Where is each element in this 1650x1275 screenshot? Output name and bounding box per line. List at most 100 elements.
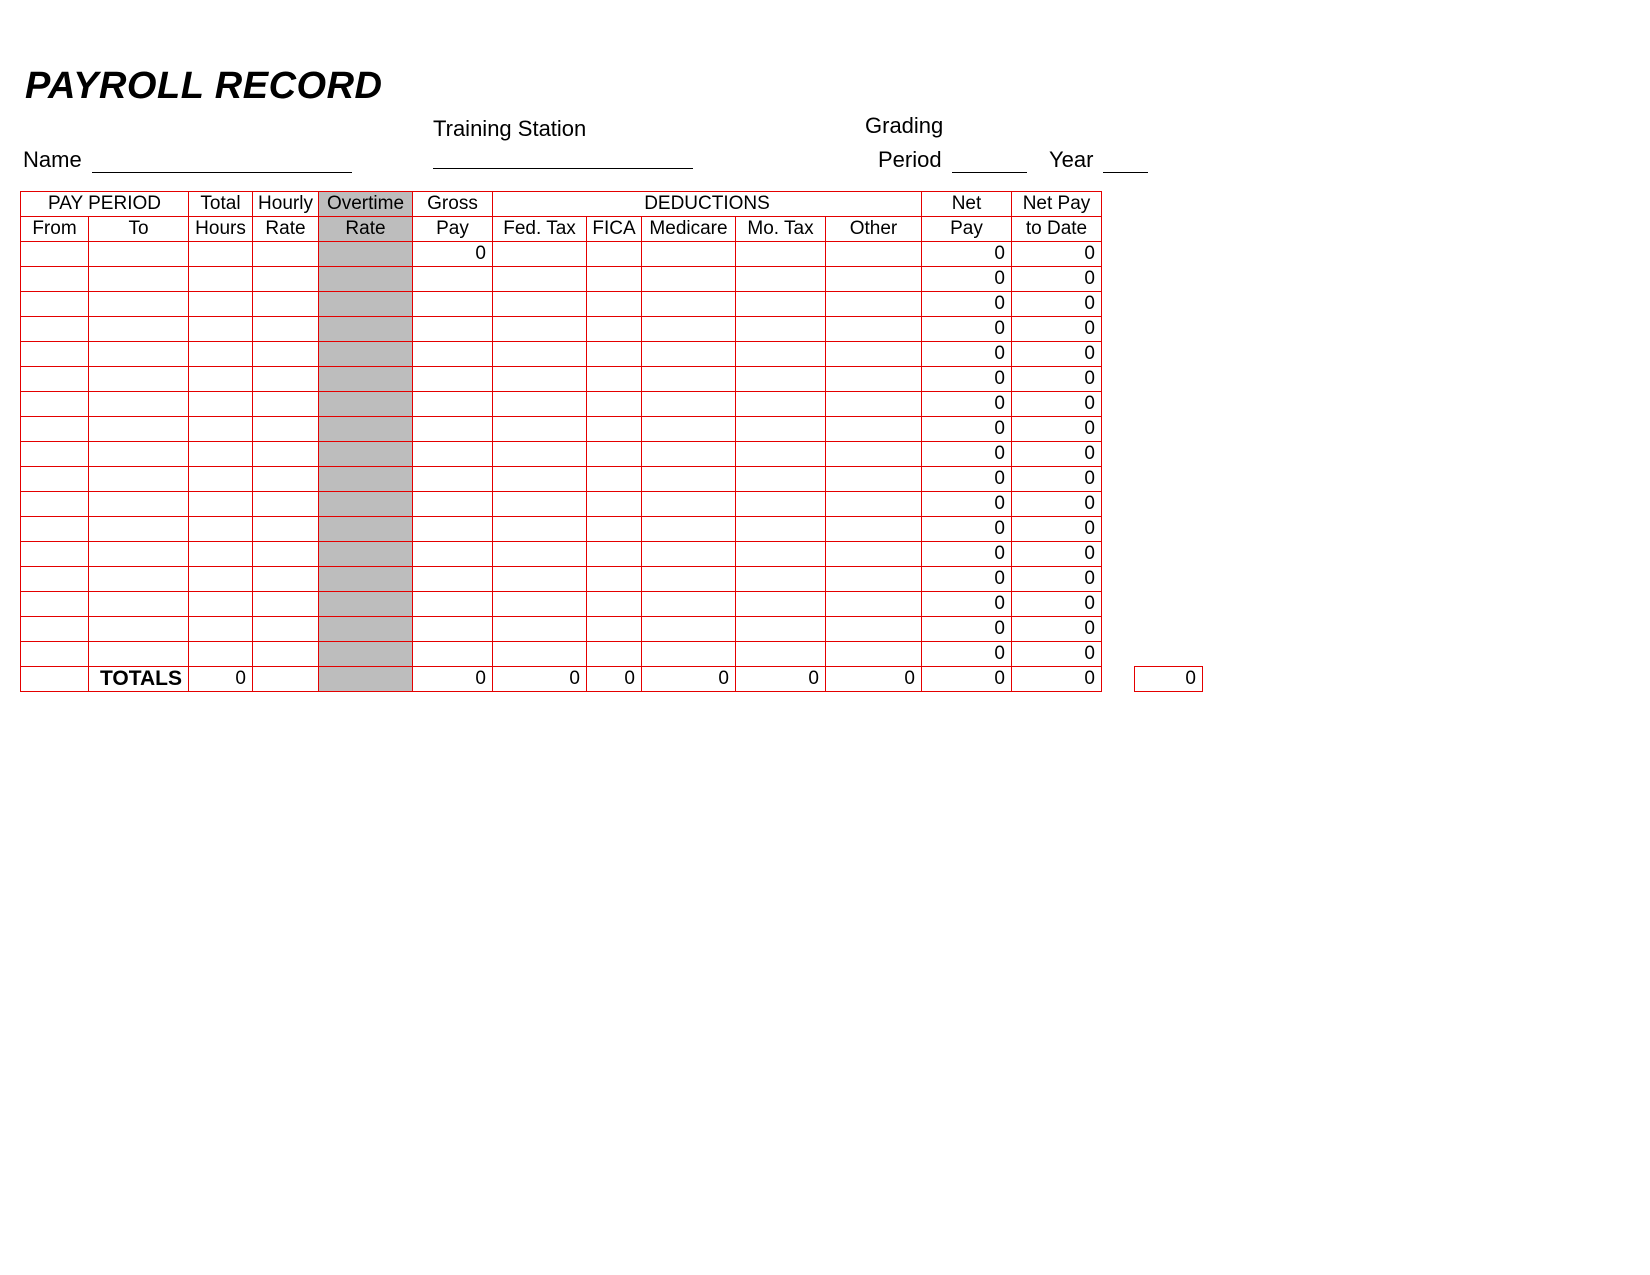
table-cell[interactable] (89, 442, 189, 467)
table-cell[interactable] (826, 542, 922, 567)
table-cell[interactable] (253, 642, 319, 667)
table-cell[interactable] (587, 567, 642, 592)
table-cell[interactable] (642, 592, 736, 617)
table-cell[interactable] (736, 392, 826, 417)
table-cell[interactable] (642, 317, 736, 342)
table-cell[interactable] (189, 517, 253, 542)
table-cell[interactable] (89, 367, 189, 392)
table-cell[interactable] (587, 442, 642, 467)
table-cell[interactable] (826, 417, 922, 442)
name-blank[interactable] (92, 152, 352, 173)
table-cell[interactable] (587, 267, 642, 292)
table-cell[interactable] (413, 642, 493, 667)
table-cell[interactable] (413, 492, 493, 517)
table-cell[interactable] (319, 242, 413, 267)
table-cell[interactable] (736, 267, 826, 292)
table-cell[interactable] (253, 392, 319, 417)
table-cell[interactable] (493, 567, 587, 592)
table-cell[interactable] (189, 542, 253, 567)
table-cell[interactable] (642, 267, 736, 292)
table-cell[interactable] (189, 467, 253, 492)
table-cell[interactable] (413, 317, 493, 342)
table-cell[interactable] (587, 367, 642, 392)
table-cell[interactable] (89, 242, 189, 267)
table-cell[interactable] (642, 367, 736, 392)
table-cell[interactable] (253, 467, 319, 492)
table-cell[interactable] (253, 417, 319, 442)
table-cell[interactable] (319, 367, 413, 392)
table-cell[interactable] (253, 617, 319, 642)
table-cell[interactable] (21, 592, 89, 617)
table-cell[interactable] (826, 317, 922, 342)
table-cell[interactable] (587, 392, 642, 417)
table-cell[interactable] (189, 342, 253, 367)
table-cell[interactable] (413, 442, 493, 467)
table-cell[interactable] (826, 642, 922, 667)
table-cell[interactable] (189, 567, 253, 592)
table-cell[interactable] (642, 242, 736, 267)
table-cell[interactable] (493, 342, 587, 367)
table-cell[interactable] (493, 317, 587, 342)
table-cell[interactable] (21, 467, 89, 492)
table-cell[interactable] (587, 517, 642, 542)
table-cell[interactable] (189, 367, 253, 392)
table-cell[interactable] (413, 267, 493, 292)
table-cell[interactable] (826, 492, 922, 517)
table-cell[interactable] (736, 242, 826, 267)
table-cell[interactable] (189, 442, 253, 467)
table-cell[interactable] (413, 342, 493, 367)
table-cell[interactable] (89, 317, 189, 342)
table-cell[interactable] (253, 267, 319, 292)
table-cell[interactable] (189, 242, 253, 267)
table-cell[interactable] (826, 567, 922, 592)
table-cell[interactable] (493, 292, 587, 317)
table-cell[interactable] (21, 317, 89, 342)
table-cell[interactable] (826, 442, 922, 467)
table-cell[interactable] (89, 567, 189, 592)
table-cell[interactable] (319, 467, 413, 492)
table-cell[interactable] (493, 392, 587, 417)
table-cell[interactable] (21, 292, 89, 317)
table-cell[interactable] (89, 467, 189, 492)
table-cell[interactable] (21, 392, 89, 417)
table-cell[interactable] (253, 592, 319, 617)
table-cell[interactable] (319, 267, 413, 292)
table-cell[interactable] (493, 592, 587, 617)
table-cell[interactable] (21, 492, 89, 517)
table-cell[interactable] (736, 542, 826, 567)
table-cell[interactable] (736, 367, 826, 392)
table-cell[interactable] (21, 342, 89, 367)
table-cell[interactable] (319, 342, 413, 367)
table-cell[interactable] (587, 242, 642, 267)
table-cell[interactable] (736, 642, 826, 667)
table-cell[interactable] (253, 442, 319, 467)
station-blank[interactable] (433, 148, 693, 169)
table-cell[interactable] (493, 442, 587, 467)
totals-from[interactable] (21, 667, 89, 692)
totals-orate[interactable] (319, 667, 413, 692)
table-cell[interactable] (736, 492, 826, 517)
table-cell[interactable] (587, 542, 642, 567)
table-cell[interactable] (493, 267, 587, 292)
table-cell[interactable] (826, 242, 922, 267)
table-cell[interactable] (587, 617, 642, 642)
table-cell[interactable] (493, 367, 587, 392)
table-cell[interactable] (413, 292, 493, 317)
table-cell[interactable] (319, 442, 413, 467)
table-cell[interactable] (413, 417, 493, 442)
table-cell[interactable] (587, 292, 642, 317)
table-cell[interactable] (642, 292, 736, 317)
table-cell[interactable] (736, 617, 826, 642)
table-cell[interactable] (21, 567, 89, 592)
table-cell[interactable] (89, 392, 189, 417)
table-cell[interactable] (642, 642, 736, 667)
table-cell[interactable] (413, 517, 493, 542)
table-cell[interactable] (319, 642, 413, 667)
table-cell[interactable] (587, 592, 642, 617)
table-cell[interactable] (319, 542, 413, 567)
table-cell[interactable] (642, 567, 736, 592)
table-cell[interactable] (587, 417, 642, 442)
table-cell[interactable] (642, 342, 736, 367)
table-cell[interactable] (21, 367, 89, 392)
table-cell[interactable] (736, 317, 826, 342)
